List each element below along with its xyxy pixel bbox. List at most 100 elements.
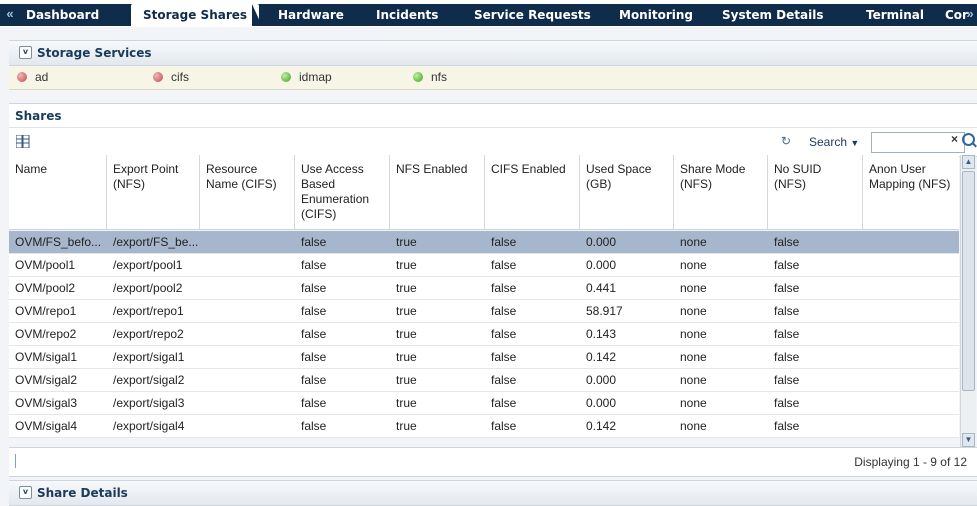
share-details-header[interactable]: v Share Details xyxy=(9,480,977,506)
cell-resource-name xyxy=(200,323,295,345)
cell-anon-user xyxy=(863,346,959,368)
cell-abe: false xyxy=(301,304,327,318)
cell-name: OVM/sigal4 xyxy=(15,419,78,433)
cell-abe: false xyxy=(301,235,327,249)
scroll-down-icon[interactable]: ▼ xyxy=(962,433,975,447)
cell-anon-user xyxy=(863,369,959,391)
service-label: nfs xyxy=(431,70,448,84)
cell-resource-name xyxy=(200,254,295,276)
cell-anon-user xyxy=(863,392,959,414)
cell-resource-name xyxy=(200,415,295,437)
cell-name: OVM/repo2 xyxy=(15,327,77,341)
cell-resource-name xyxy=(200,369,295,391)
cell-no-suid: false xyxy=(774,327,800,341)
column-header-cifs-enabled[interactable]: CIFS Enabled xyxy=(485,155,580,229)
storage-services-header[interactable]: v Storage Services xyxy=(9,40,977,66)
column-header-export-point[interactable]: Export Point (NFS) xyxy=(107,155,200,229)
cell-no-suid: false xyxy=(774,258,800,272)
cell-anon-user xyxy=(863,323,959,345)
tab-service-requests[interactable]: Service Requests xyxy=(474,4,591,26)
table-row[interactable]: OVM/repo1 /export/repo1 false true false… xyxy=(9,300,959,323)
table-row[interactable]: OVM/sigal3 /export/sigal3 false true fal… xyxy=(9,392,959,415)
cell-export-point: /export/sigal2 xyxy=(113,373,185,387)
cell-used-space: 0.000 xyxy=(586,258,617,272)
column-header-nfs-enabled[interactable]: NFS Enabled xyxy=(390,155,485,229)
service-cifs: cifs xyxy=(153,66,189,89)
table-row[interactable]: OVM/repo2 /export/repo2 false true false… xyxy=(9,323,959,346)
scroll-up-icon[interactable]: ▲ xyxy=(962,155,975,169)
table-row[interactable]: OVM/sigal2 /export/sigal2 false true fal… xyxy=(9,369,959,392)
cell-resource-name xyxy=(200,392,295,414)
cell-no-suid: false xyxy=(774,235,800,249)
search-label: Search xyxy=(809,135,848,149)
table-row[interactable]: OVM/sigal4 /export/sigal4 false true fal… xyxy=(9,415,959,438)
cell-used-space: 0.143 xyxy=(586,327,617,341)
cell-used-space: 58.917 xyxy=(586,304,623,318)
column-header-anon-user[interactable]: Anon User Mapping (NFS) xyxy=(863,155,959,229)
cell-share-mode: none xyxy=(680,258,707,272)
table-row[interactable]: OVM/pool1 /export/pool1 false true false… xyxy=(9,254,959,277)
cell-cifs-enabled: false xyxy=(491,419,517,433)
column-header-abe[interactable]: Use Access Based Enumeration (CIFS) xyxy=(295,155,390,229)
shares-toolbar: ↻ Search ▼ × xyxy=(9,127,977,157)
cell-anon-user xyxy=(863,415,959,437)
table-row[interactable]: OVM/pool2 /export/pool2 false true false… xyxy=(9,277,959,300)
column-header-no-suid[interactable]: No SUID (NFS) xyxy=(768,155,863,229)
cell-export-point: /export/repo1 xyxy=(113,304,184,318)
column-header-resource-name[interactable]: Resource Name (CIFS) xyxy=(200,155,295,229)
column-header-used-space[interactable]: Used Space (GB) xyxy=(580,155,674,229)
cell-export-point: /export/repo2 xyxy=(113,327,184,341)
tab-terminal[interactable]: Terminal xyxy=(866,4,924,26)
chevron-down-icon[interactable]: v xyxy=(19,486,32,499)
cell-nfs-enabled: true xyxy=(396,419,417,433)
cell-nfs-enabled: true xyxy=(396,258,417,272)
cell-name: OVM/pool1 xyxy=(15,258,76,272)
cell-no-suid: false xyxy=(774,350,800,364)
cell-export-point: /export/sigal4 xyxy=(113,419,185,433)
cell-used-space: 0.000 xyxy=(586,373,617,387)
clear-icon[interactable]: × xyxy=(951,132,958,146)
chevron-down-icon: ▼ xyxy=(850,138,860,148)
scroll-right-icon[interactable]: » xyxy=(962,4,977,26)
service-label: idmap xyxy=(299,70,332,84)
table-scrollbar[interactable]: ▲ ▼ xyxy=(960,155,976,447)
tab-system-details[interactable]: System Details xyxy=(722,4,823,26)
cell-no-suid: false xyxy=(774,304,800,318)
cell-no-suid: false xyxy=(774,419,800,433)
cell-nfs-enabled: true xyxy=(396,304,417,318)
cell-share-mode: none xyxy=(680,373,707,387)
cell-cifs-enabled: false xyxy=(491,396,517,410)
cell-resource-name xyxy=(200,300,295,322)
chevron-down-icon[interactable]: v xyxy=(19,46,32,59)
cell-abe: false xyxy=(301,258,327,272)
refresh-icon[interactable]: ↻ xyxy=(781,134,791,148)
columns-icon[interactable] xyxy=(16,135,30,148)
footer-divider xyxy=(15,454,16,468)
tab-incidents[interactable]: Incidents xyxy=(376,4,438,26)
scrollbar-thumb[interactable] xyxy=(962,171,975,391)
table-row[interactable]: OVM/sigal1 /export/sigal1 false true fal… xyxy=(9,346,959,369)
scroll-left-icon[interactable]: « xyxy=(2,4,18,26)
tab-storage-shares[interactable]: Storage Shares xyxy=(131,4,260,26)
search-dropdown[interactable]: Search ▼ xyxy=(809,135,859,149)
cell-nfs-enabled: true xyxy=(396,327,417,341)
column-header-name[interactable]: Name xyxy=(9,155,107,229)
cell-share-mode: none xyxy=(680,396,707,410)
tab-strip: « Dashboard Storage Shares Hardware Inci… xyxy=(0,4,977,26)
cell-name: OVM/sigal3 xyxy=(15,396,78,410)
column-header-share-mode[interactable]: Share Mode (NFS) xyxy=(674,155,768,229)
cell-abe: false xyxy=(301,327,327,341)
tab-bar: « Dashboard Storage Shares Hardware Inci… xyxy=(0,0,977,27)
cell-nfs-enabled: true xyxy=(396,281,417,295)
cell-name: OVM/sigal2 xyxy=(15,373,78,387)
cell-export-point: /export/FS_be... xyxy=(113,235,199,249)
cell-no-suid: false xyxy=(774,281,800,295)
tab-monitoring[interactable]: Monitoring xyxy=(619,4,693,26)
cell-resource-name xyxy=(200,231,295,253)
tab-dashboard[interactable]: Dashboard xyxy=(26,4,99,26)
ok-status-icon xyxy=(281,71,291,82)
tab-hardware[interactable]: Hardware xyxy=(278,4,344,26)
cell-export-point: /export/sigal1 xyxy=(113,350,185,364)
search-icon[interactable] xyxy=(962,133,975,146)
table-row[interactable]: OVM/FS_befo... /export/FS_be... false tr… xyxy=(9,231,959,254)
